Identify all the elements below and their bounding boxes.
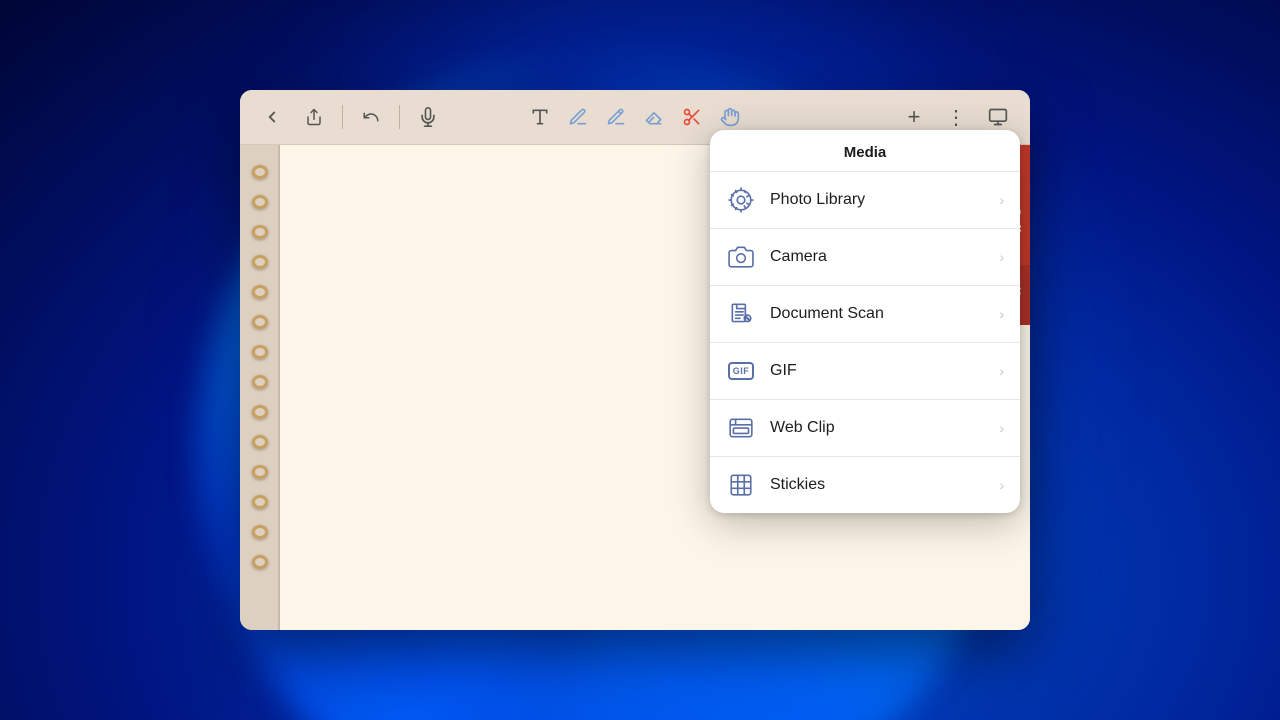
toolbar-divider-2: [399, 105, 400, 129]
camera-label: Camera: [770, 248, 999, 266]
pen-tool-button[interactable]: [562, 101, 594, 133]
toolbar-left: [256, 101, 330, 133]
scissors-button[interactable]: [676, 101, 708, 133]
share-button[interactable]: [298, 101, 330, 133]
spiral-ring: [252, 255, 268, 269]
media-item-photo-library[interactable]: Photo Library ›: [710, 172, 1020, 229]
media-item-stickies[interactable]: Stickies ›: [710, 457, 1020, 513]
web-clip-label: Web Clip: [770, 419, 999, 437]
spiral-ring: [252, 465, 268, 479]
spiral-ring: [252, 225, 268, 239]
eraser-button[interactable]: [638, 101, 670, 133]
media-item-document-scan[interactable]: Document Scan ›: [710, 286, 1020, 343]
web-clip-chevron: ›: [999, 420, 1004, 436]
photo-library-icon: [726, 185, 756, 215]
toolbar-divider-1: [342, 105, 343, 129]
stickies-icon: [726, 470, 756, 500]
document-scan-icon: [726, 299, 756, 329]
camera-icon: [726, 242, 756, 272]
back-button[interactable]: [256, 101, 288, 133]
media-item-gif[interactable]: GIF GIF ›: [710, 343, 1020, 400]
layout-button[interactable]: [982, 101, 1014, 133]
camera-chevron: ›: [999, 249, 1004, 265]
microphone-button[interactable]: [412, 101, 444, 133]
gif-label: GIF: [770, 362, 999, 380]
spiral-column: [240, 145, 280, 630]
gif-chevron: ›: [999, 363, 1004, 379]
media-item-web-clip[interactable]: Web Clip ›: [710, 400, 1020, 457]
spiral-ring: [252, 525, 268, 539]
text-tool-button[interactable]: [524, 101, 556, 133]
spiral-ring: [252, 405, 268, 419]
spiral-ring: [252, 555, 268, 569]
highlighter-button[interactable]: [600, 101, 632, 133]
media-popup: Media Photo Library › Camera ›: [710, 130, 1020, 513]
photo-library-chevron: ›: [999, 192, 1004, 208]
spiral-ring: [252, 285, 268, 299]
spiral-ring: [252, 195, 268, 209]
stickies-label: Stickies: [770, 476, 999, 494]
add-button[interactable]: +: [898, 101, 930, 133]
stickies-chevron: ›: [999, 477, 1004, 493]
document-scan-chevron: ›: [999, 306, 1004, 322]
photo-library-label: Photo Library: [770, 191, 999, 209]
media-item-camera[interactable]: Camera ›: [710, 229, 1020, 286]
spiral-ring: [252, 495, 268, 509]
spiral-ring: [252, 345, 268, 359]
more-button[interactable]: ⋮: [940, 101, 972, 133]
media-popup-title: Media: [710, 130, 1020, 172]
gif-icon: GIF: [726, 356, 756, 386]
toolbar-center: [524, 101, 746, 133]
web-clip-icon: [726, 413, 756, 443]
toolbar-right: + ⋮: [898, 101, 1014, 133]
touch-tool-button[interactable]: [714, 101, 746, 133]
spiral-ring: [252, 435, 268, 449]
undo-button[interactable]: [355, 101, 387, 133]
spiral-ring: [252, 165, 268, 179]
spiral-ring: [252, 315, 268, 329]
document-scan-label: Document Scan: [770, 305, 999, 323]
gif-box: GIF: [728, 362, 754, 380]
spiral-ring: [252, 375, 268, 389]
